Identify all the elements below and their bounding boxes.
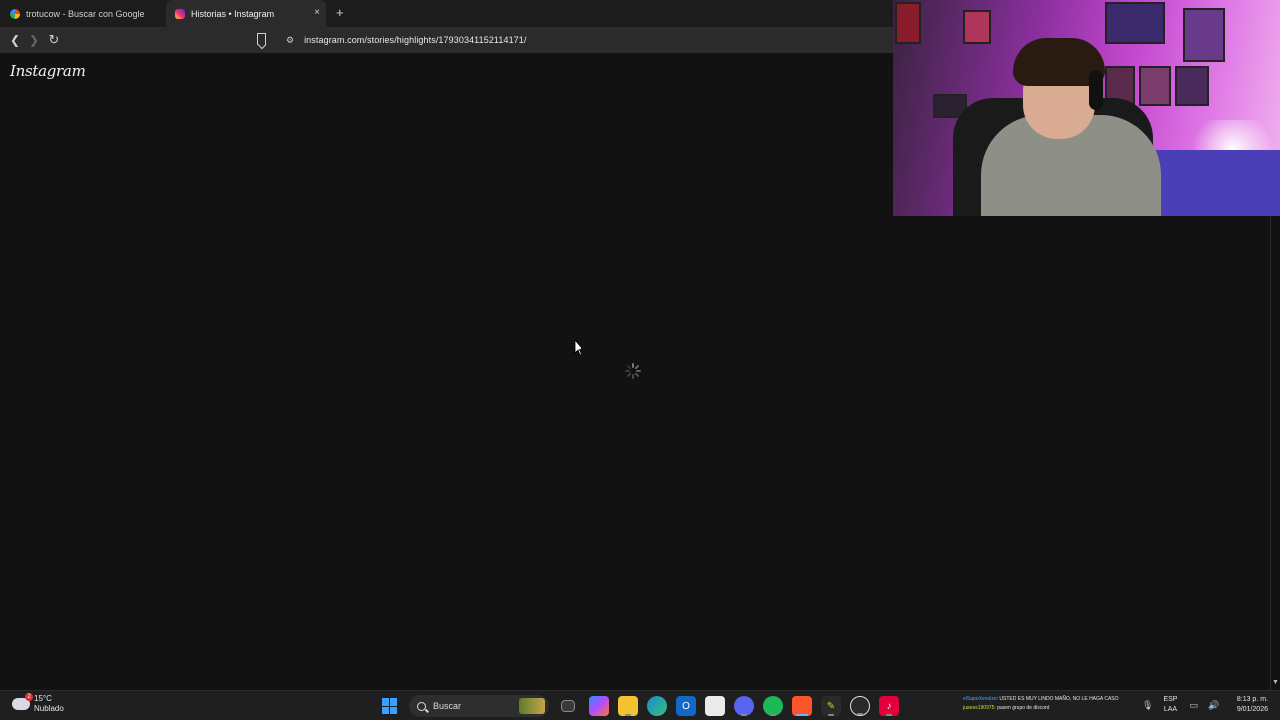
wall-poster [1175,66,1209,106]
chat-message: elSapoXenelze: USTED ES MUY LINDO MAÑO, … [963,695,1139,704]
notification-badge: 2 [25,693,33,701]
wall-poster [1139,66,1171,106]
discord-icon[interactable] [734,696,754,716]
chat-username: elSapoXenelze [963,696,997,702]
forward-button[interactable]: ❯ [25,31,43,49]
chat-username: juanes190975 [963,705,995,711]
wall-poster [963,10,991,44]
language-code: ESP [1163,696,1178,703]
file-explorer-icon[interactable] [618,696,638,716]
tab-title: trotucow - Buscar con Google [26,8,145,19]
task-view-icon[interactable] [561,700,575,712]
headset-icon [1089,70,1103,110]
weather-text: 15°C Nublado [34,694,64,714]
system-tray: 🎙 ESP LAA ▭ 🔊 [1142,695,1229,715]
keyboard-layout: LAA [1163,706,1178,713]
obs-icon[interactable] [850,696,870,716]
store-icon[interactable] [705,696,725,716]
webcam-overlay [893,0,1280,216]
windows-start-icon[interactable] [380,696,400,716]
address-bar[interactable]: ⚙ instagram.com/stories/highlights/17930… [280,30,892,50]
cloud-icon: 2 [12,693,33,710]
scroll-down-icon[interactable]: ▼ [1272,679,1279,686]
copilot-icon[interactable] [589,696,609,716]
loading-spinner-icon [625,363,641,379]
wall-poster [895,2,921,44]
search-icon [417,701,426,711]
language-indicator[interactable]: ESP LAA [1163,695,1177,715]
edge-icon[interactable] [647,696,667,716]
app-icon[interactable]: ✎ [821,696,841,716]
chat-message: juanes190975: pasen grupo de discord [963,704,1139,713]
chat-text: : USTED ES MUY LINDO MAÑO, NO LE HAGA CA… [996,696,1119,702]
back-button[interactable]: ❮ [6,31,24,49]
spotify-icon[interactable] [763,696,783,716]
taskbar-search[interactable]: Buscar [409,695,549,717]
google-icon [10,8,20,19]
chat-text: : pasen grupo de discord [994,705,1050,711]
bookmark-icon[interactable] [257,33,266,45]
wall-poster [1183,8,1225,62]
site-settings-icon[interactable]: ⚙ [286,35,294,46]
reload-button[interactable]: ↻ [45,31,63,49]
clock-date: 9/01/2026 [1236,706,1268,713]
url-text[interactable]: instagram.com/stories/highlights/1793034… [304,35,526,45]
tab-instagram-stories[interactable]: Historias • Instagram × [166,0,326,27]
clock-time: 8:13 p. m. [1236,696,1268,703]
microphone-icon[interactable]: 🎙 [1142,700,1153,711]
taskbar-apps: Buscar O ✎ ♪ [380,695,908,717]
display-icon[interactable]: ▭ [1189,700,1198,711]
close-tab-icon[interactable]: × [314,7,320,19]
taskbar-clock[interactable]: 8:13 p. m. 9/01/2026 [1222,695,1268,715]
new-tab-button[interactable]: + [336,5,344,21]
volume-icon[interactable]: 🔊 [1208,700,1219,711]
windows-taskbar: 2 15°C Nublado Buscar O ✎ ♪ elSapoXenelz… [0,690,1280,720]
search-placeholder: Buscar [433,701,462,711]
weather-condition: Nublado [34,704,64,713]
weather-widget[interactable]: 2 15°C Nublado [12,693,64,714]
tab-google-search[interactable]: trotucow - Buscar con Google [0,0,164,27]
tab-title: Historias • Instagram [191,8,275,19]
wall-poster [1105,2,1165,44]
outlook-icon[interactable]: O [676,696,696,716]
brave-icon[interactable] [792,696,812,716]
instagram-icon [175,8,185,19]
scrollbar[interactable] [1270,216,1280,690]
weather-temp: 15°C [34,694,52,703]
search-highlight-icon [519,698,545,714]
tiktok-icon[interactable]: ♪ [879,696,899,716]
instagram-logo[interactable]: Instagram [10,62,86,80]
stream-chat-overlay: elSapoXenelze: USTED ES MUY LINDO MAÑO, … [963,695,1139,713]
